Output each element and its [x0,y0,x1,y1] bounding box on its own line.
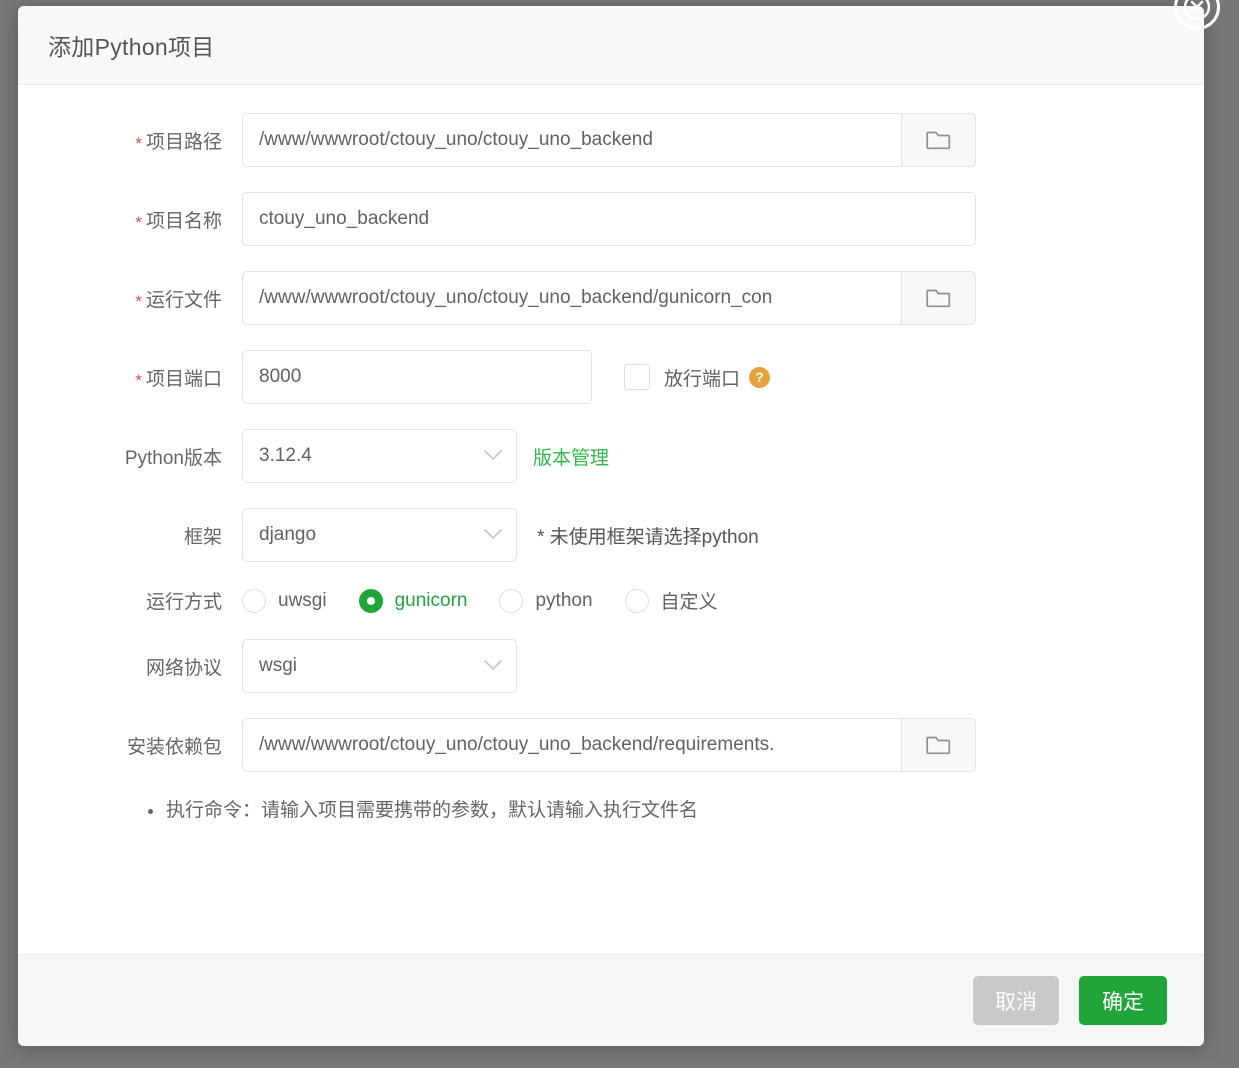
form-row-run-file: * 运行文件 [18,271,1204,325]
required-asterisk: * [135,370,142,390]
framework-value: django [259,524,317,545]
label-text: Python版本 [124,447,222,469]
required-asterisk: * [135,133,142,153]
chevron-down-icon [484,524,502,546]
form-row-framework: 框架 django * 未使用框架请选择python [18,508,1204,562]
notes-list: 执行命令：请输入项目需要携带的参数，默认请输入执行文件名 [18,796,1204,826]
form-row-python-version: Python版本 3.12.4 版本管理 [18,429,1204,483]
run-file-input-group [242,271,976,325]
run-mode-label: uwsgi [278,589,327,611]
dialog-header: 添加Python项目 [18,6,1204,85]
python-version-select[interactable]: 3.12.4 [242,429,517,483]
allow-port-label: 放行端口 [664,368,741,390]
radio-circle-checked-icon [358,588,383,613]
chevron-down-icon [484,445,502,467]
allow-port-checkbox-group[interactable]: 放行端口 ? [624,364,771,391]
framework-select[interactable]: django [242,508,517,562]
label-project-name: * 项目名称 [18,206,242,233]
python-version-value: 3.12.4 [259,445,312,466]
label-project-port: * 项目端口 [18,364,242,391]
label-requirements: 安装依赖包 [18,732,242,759]
project-name-input-group [242,192,976,246]
dialog-title: 添加Python项目 [48,34,215,60]
label-network-protocol: 网络协议 [18,653,242,680]
form-row-project-path: * 项目路径 [18,113,1204,167]
question-mark-icon[interactable]: ? [749,366,771,388]
run-mode-radio-uwsgi[interactable]: uwsgi [242,588,327,613]
folder-icon [926,289,951,308]
network-protocol-select[interactable]: wsgi [242,639,517,693]
add-python-project-dialog: 添加Python项目 * 项目路径 /www/wwwroot/ctouy_uno… [18,0,1220,1046]
close-x-icon [1184,0,1210,20]
run-mode-label: 自定义 [660,592,718,613]
form-row-requirements: 安装依赖包 [18,718,1204,772]
project-name-input[interactable] [242,192,976,246]
form-row-run-mode: 运行方式 uwsgi gunicorn python 自定义 [18,587,1204,614]
requirements-input[interactable] [242,718,902,772]
project-path-input[interactable] [242,113,902,167]
framework-hint: * 未使用框架请选择python [537,526,759,548]
chevron-down-icon [484,655,502,677]
folder-icon [926,736,951,755]
label-text: 项目路径 [145,131,222,153]
dialog-body: *项目路径 *项目名称 *运行文件 [18,85,1204,954]
required-asterisk: * [135,212,142,232]
form-row-project-port: *项目端口 放行端口 ? [18,350,1204,404]
run-mode-radio-custom[interactable]: 自定义 [624,587,718,614]
network-protocol-value: wsgi [259,655,298,676]
run-mode-radio-python[interactable]: python [499,588,593,613]
allow-port-checkbox[interactable] [624,364,650,390]
label-project-path: * 项目路径 [18,127,242,154]
label-text: 网络协议 [145,657,222,679]
label-framework: 框架 [18,522,242,549]
label-python-version: Python版本 [18,443,242,470]
radio-circle-icon [624,588,649,613]
label-text: 运行方式 [145,592,222,613]
run-mode-label: gunicorn [394,589,468,611]
run-mode-label: python [535,589,593,611]
radio-circle-icon [499,588,524,613]
confirm-button[interactable]: 确定 [1079,976,1167,1025]
requirements-input-group [242,718,976,772]
folder-icon [926,131,951,150]
label-text: 框架 [183,526,222,548]
label-text: 项目端口 [145,368,222,390]
project-port-input[interactable] [242,350,592,404]
label-run-mode: 运行方式 [18,587,242,614]
label-run-file: * 运行文件 [18,285,242,312]
project-path-input-group [242,113,976,167]
project-path-browse-button[interactable] [902,113,976,167]
run-mode-radio-group: uwsgi gunicorn python 自定义 [242,587,750,614]
requirements-browse-button[interactable] [902,718,976,772]
cancel-button[interactable]: 取消 [973,976,1059,1025]
label-text: 运行文件 [145,289,222,311]
note-item: 执行命令：请输入项目需要携带的参数，默认请输入执行文件名 [146,796,1204,826]
required-asterisk: * [135,291,142,311]
radio-circle-icon [242,588,266,613]
form-row-network-protocol: 网络协议 wsgi [18,639,1204,693]
project-port-input-group [242,350,592,404]
version-manage-link[interactable]: 版本管理 [533,443,609,470]
dialog-footer: 取消 确定 [18,954,1204,1046]
form-row-project-name: * 项目名称 [18,192,1204,246]
run-file-input[interactable] [242,271,902,325]
run-file-browse-button[interactable] [902,271,976,325]
label-text: 项目名称 [145,210,222,232]
label-text: 安装依赖包 [126,736,222,758]
run-mode-radio-gunicorn[interactable]: gunicorn [358,588,468,613]
